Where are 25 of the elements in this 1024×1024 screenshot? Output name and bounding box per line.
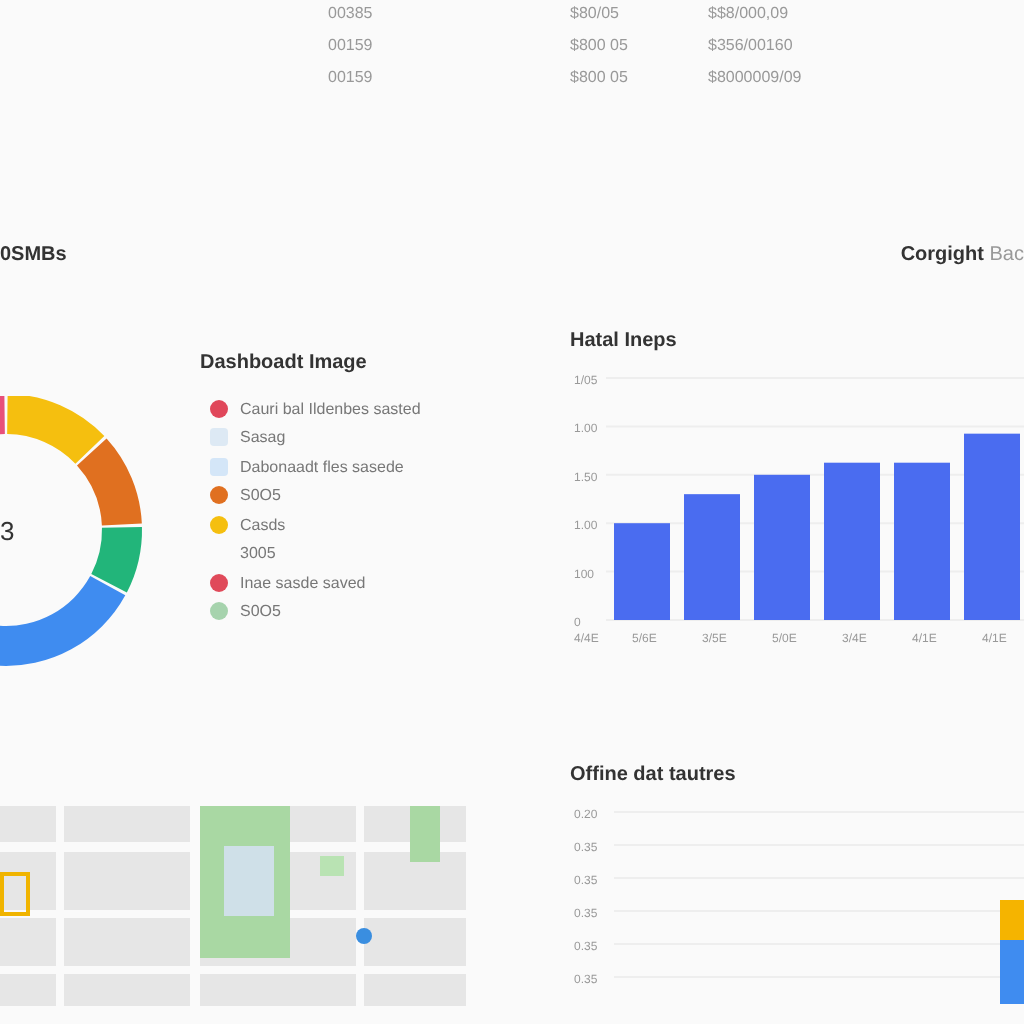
legend-label: Inae sasde saved — [240, 573, 366, 592]
table-cell: $356/00160 — [708, 35, 793, 53]
legend-title: Dashboadt Image — [200, 352, 369, 374]
table-cell-text: $80/05 — [570, 3, 621, 21]
table-cell-text: 00159 — [328, 67, 375, 85]
legend-label: S0O5 — [240, 602, 281, 621]
section-label: 0SMBs — [0, 243, 67, 265]
table-cell-text: $800 05 — [570, 35, 630, 53]
table-cell-text: $800 05 — [570, 67, 630, 85]
bar — [614, 523, 670, 620]
header-title: Corgight Bac — [900, 243, 1024, 265]
donut-center-value: 3 — [0, 516, 15, 546]
legend-label: 3005 — [240, 544, 276, 563]
table-cell: $8000009/09 — [708, 67, 802, 85]
bar — [684, 494, 740, 620]
legend-label: Dabonaadt fles sasede — [240, 457, 404, 476]
legend-label: S0O5 — [240, 486, 281, 505]
table-cell-text: 00159 — [328, 35, 375, 53]
table-cell: $$8/000,09 — [708, 3, 789, 21]
chart-title: Hatal Ineps — [570, 330, 679, 356]
legend-label: Sasag — [240, 428, 286, 447]
legend-label: Casds — [240, 515, 286, 534]
chart-title: Offine dat tautres — [570, 764, 738, 790]
table-cell-text: 00385 — [328, 3, 375, 21]
legend-label: Cauri bal Ildenbes sasted — [240, 399, 421, 418]
